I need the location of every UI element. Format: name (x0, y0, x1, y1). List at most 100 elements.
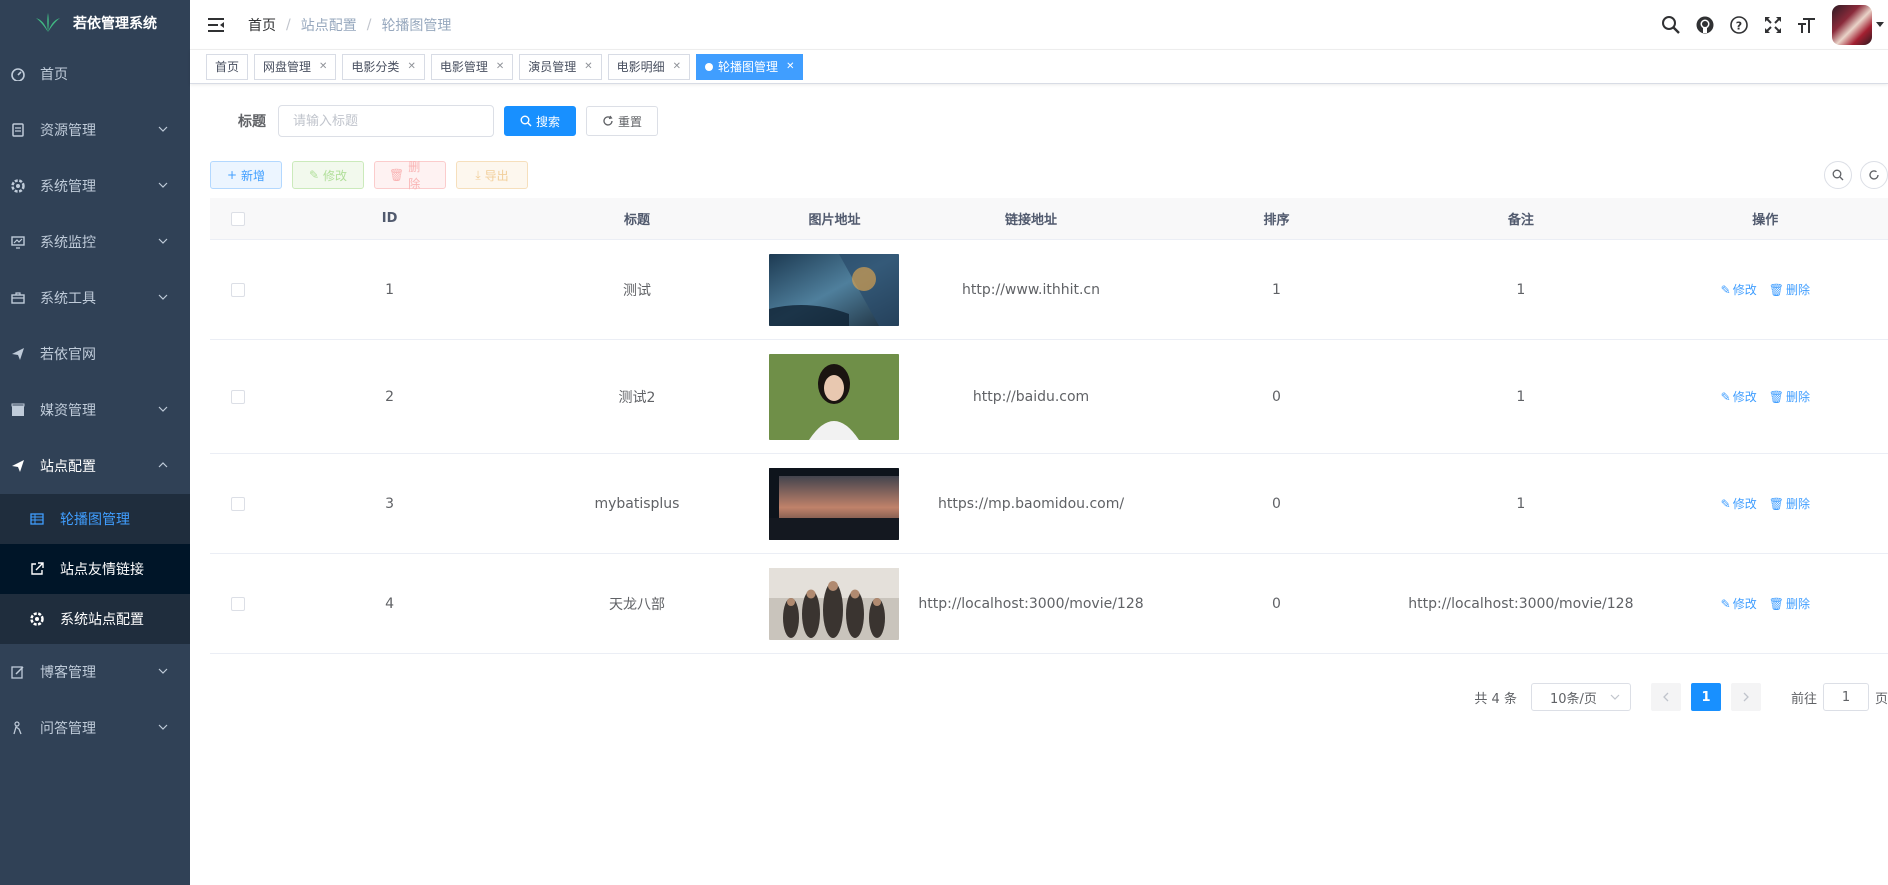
next-page-button[interactable] (1730, 683, 1761, 711)
close-icon[interactable]: ✕ (496, 61, 504, 72)
trash-icon: 🗑 (1768, 596, 1784, 611)
add-button[interactable]: + 新增 (210, 161, 282, 189)
goto-page-input[interactable]: 1 (1822, 683, 1869, 711)
external-link-icon (30, 562, 44, 576)
row-checkbox[interactable] (230, 596, 245, 611)
breadcrumb: 首页 / 站点配置 / 轮播图管理 (248, 15, 452, 35)
page-size-select[interactable]: 10条/页 (1530, 683, 1631, 711)
caret-down-icon[interactable] (1876, 0, 1888, 50)
row-delete-link[interactable]: 🗑 删除 (1769, 495, 1810, 512)
reset-button-label: 重置 (617, 114, 642, 129)
sidebar-item-monitor[interactable]: 系统监控 (0, 214, 190, 270)
tag-carousel-manage[interactable]: 轮播图管理 ✕ (696, 53, 804, 80)
carousel-image[interactable] (769, 353, 900, 440)
row-delete-label: 删除 (1785, 390, 1810, 404)
navbar: 首页 / 站点配置 / 轮播图管理 ? (190, 0, 1888, 50)
page-number-current[interactable]: 1 (1690, 683, 1721, 711)
trash-icon: 🗑 (389, 168, 405, 182)
tag-cloud-disk[interactable]: 网盘管理 ✕ (254, 53, 337, 80)
search-label: 标题 (238, 114, 266, 130)
tag-movie-manage[interactable]: 电影管理 ✕ (430, 53, 514, 80)
tag-home[interactable]: 首页 (206, 53, 249, 80)
hamburger-icon[interactable] (206, 15, 226, 35)
app-title: 若依管理系统 (73, 16, 157, 32)
download-icon: ⤓ (475, 167, 481, 182)
sidebar-subitem-carousel[interactable]: 轮播图管理 (0, 494, 190, 544)
close-icon[interactable]: ✕ (786, 61, 794, 72)
edit-button[interactable]: ✎ 修改 (292, 161, 364, 189)
delete-button[interactable]: 🗑 删除 (374, 160, 446, 191)
sidebar-item-official-site[interactable]: 若依官网 (0, 326, 190, 382)
select-all-checkbox[interactable] (230, 211, 245, 226)
cell-remark: http://localhost:3000/movie/128 (1408, 595, 1634, 612)
search-icon[interactable] (1654, 0, 1688, 50)
fullscreen-icon[interactable] (1756, 0, 1790, 50)
font-size-icon[interactable] (1790, 0, 1824, 50)
row-edit-link[interactable]: ✎ 修改 (1721, 388, 1757, 405)
tag-actor-manage[interactable]: 演员管理 ✕ (519, 53, 602, 80)
close-icon[interactable]: ✕ (584, 61, 592, 72)
cell-id: 4 (385, 595, 395, 612)
close-icon[interactable]: ✕ (673, 61, 681, 72)
trash-icon: 🗑 (1768, 389, 1784, 404)
carousel-image[interactable] (769, 467, 900, 540)
cell-title: 测试2 (618, 389, 656, 406)
row-checkbox[interactable] (230, 282, 245, 297)
column-header: 备注 (1507, 213, 1534, 228)
edit-button-label: 修改 (323, 168, 348, 183)
close-icon[interactable]: ✕ (319, 61, 327, 72)
cell-id: 1 (385, 281, 395, 298)
sidebar-item-home[interactable]: 首页 (0, 46, 190, 102)
table-icon (30, 512, 44, 526)
cell-remark: 1 (1516, 388, 1526, 405)
sidebar-subitem-label: 系统站点配置 (60, 612, 144, 628)
tag-movie-category[interactable]: 电影分类 ✕ (342, 53, 425, 80)
logo[interactable]: 若依管理系统 (0, 0, 190, 46)
sidebar-item-tools[interactable]: 系统工具 (0, 270, 190, 326)
row-actions: ✎ 修改 🗑 删除 (1721, 281, 1810, 298)
close-icon[interactable]: ✕ (407, 61, 415, 72)
nav-right-tools: ? (1654, 0, 1888, 50)
sidebar-item-site-config[interactable]: 站点配置 (0, 438, 190, 494)
row-delete-link[interactable]: 🗑 删除 (1769, 388, 1810, 405)
reset-button[interactable]: 重置 (586, 106, 658, 136)
refresh-button[interactable] (1860, 161, 1888, 189)
row-edit-link[interactable]: ✎ 修改 (1721, 595, 1757, 612)
carousel-image[interactable] (769, 567, 900, 640)
breadcrumb-item[interactable]: 首页 (248, 15, 276, 35)
sidebar-item-qa[interactable]: 问答管理 (0, 700, 190, 756)
title-search-input[interactable] (278, 105, 494, 137)
tag-label: 电影管理 (439, 60, 488, 74)
breadcrumb-item: 站点配置 (300, 17, 357, 34)
sidebar-subitem-site-settings[interactable]: 系统站点配置 (0, 594, 190, 644)
sidebar-item-media[interactable]: 媒资管理 (0, 382, 190, 438)
row-delete-link[interactable]: 🗑 删除 (1769, 281, 1810, 298)
trash-icon: 🗑 (1768, 496, 1784, 511)
sidebar-item-blog[interactable]: 博客管理 (0, 644, 190, 700)
row-checkbox[interactable] (230, 389, 245, 404)
sidebar-subitem-friend-links[interactable]: 站点友情链接 (0, 544, 190, 594)
chevron-up-icon (158, 462, 168, 468)
row-checkbox[interactable] (230, 496, 245, 511)
refresh-icon (603, 115, 613, 126)
sidebar-item-resources[interactable]: 资源管理 (0, 102, 190, 158)
search-button[interactable]: 搜索 (504, 106, 576, 136)
cell-id: 2 (385, 388, 395, 405)
help-icon[interactable]: ? (1722, 0, 1756, 50)
sidebar-item-system[interactable]: 系统管理 (0, 158, 190, 214)
toggle-search-button[interactable] (1824, 161, 1852, 189)
carousel-image[interactable] (769, 253, 900, 326)
export-button[interactable]: ⤓ 导出 (456, 161, 528, 189)
prev-page-button[interactable] (1650, 683, 1681, 711)
avatar[interactable] (1832, 5, 1872, 45)
row-delete-link[interactable]: 🗑 删除 (1769, 595, 1810, 612)
row-edit-link[interactable]: ✎ 修改 (1721, 281, 1757, 298)
tag-label: 演员管理 (528, 60, 577, 74)
column-header: 排序 (1263, 213, 1290, 228)
tag-label: 首页 (215, 60, 240, 74)
github-icon[interactable] (1688, 0, 1722, 50)
row-edit-link[interactable]: ✎ 修改 (1721, 495, 1757, 512)
sidebar-subitem-label: 轮播图管理 (60, 512, 130, 528)
export-button-label: 导出 (484, 168, 509, 183)
tag-movie-detail[interactable]: 电影明细 ✕ (607, 53, 691, 80)
